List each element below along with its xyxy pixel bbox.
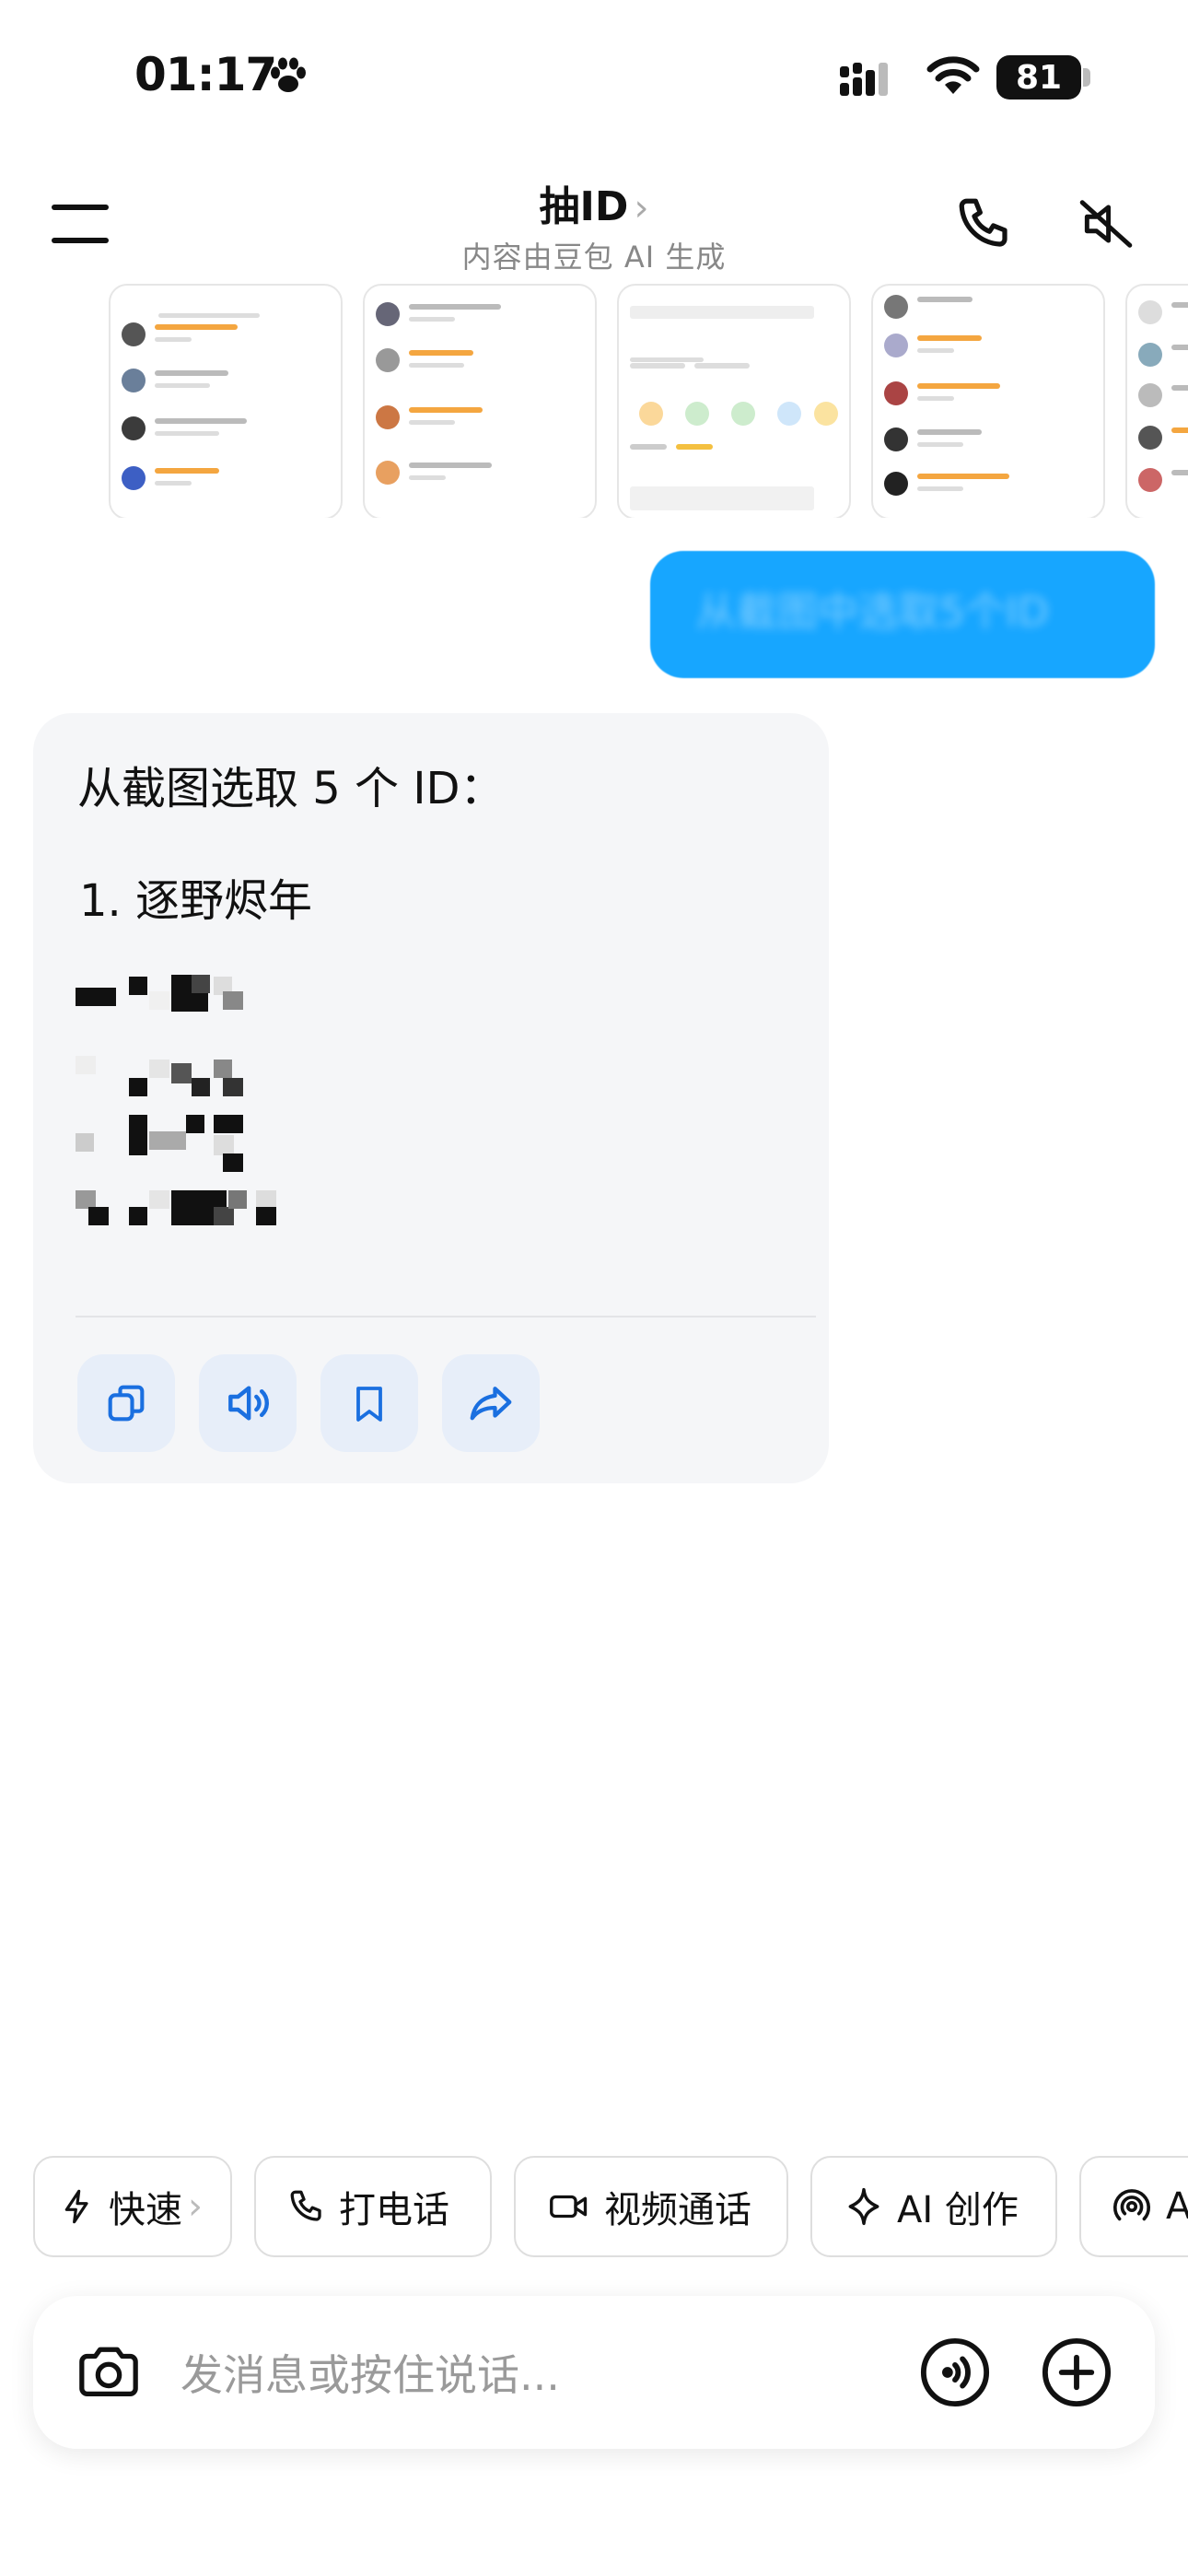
assistant-message-card: 从截图选取 5 个 ID： 1. 逐野烬年 xyxy=(33,713,829,1483)
assistant-list-item: 1. 逐野烬年 xyxy=(79,875,313,927)
battery-tip xyxy=(1083,68,1090,87)
screenshot-thumbnail[interactable] xyxy=(363,284,597,518)
redacted-id-list xyxy=(76,964,370,1277)
voice-wave-icon xyxy=(920,2337,990,2407)
share-button[interactable] xyxy=(442,1354,540,1452)
screenshot-thumbnail[interactable] xyxy=(871,284,1105,518)
sparkle-icon xyxy=(848,2187,879,2226)
wifi-icon xyxy=(925,53,982,101)
bookmark-icon xyxy=(356,1387,382,1422)
quick-actions-bar: 快速 › 打电话 视频通话 AI 创作 A xyxy=(0,2156,1188,2263)
quick-action-fast[interactable]: 快速 › xyxy=(33,2156,232,2257)
copy-icon xyxy=(108,1393,134,1422)
quick-action-label: AI 创作 xyxy=(897,2189,1019,2231)
battery-indicator: 81 xyxy=(996,55,1081,100)
message-input[interactable]: 发消息或按住说话... xyxy=(181,2342,560,2403)
lightning-icon xyxy=(64,2189,88,2224)
assistant-heading: 从截图选取 5 个 ID： xyxy=(77,763,505,814)
quick-action-label: 视频通话 xyxy=(604,2189,751,2231)
share-icon xyxy=(470,1387,512,1421)
user-message-bubble[interactable]: 从截图中选取5个ID xyxy=(650,551,1155,678)
quick-action-call[interactable]: 打电话 xyxy=(254,2156,492,2257)
message-input-bar: 发消息或按住说话... xyxy=(33,2296,1155,2449)
broadcast-icon xyxy=(1125,2200,1138,2213)
phone-call-button[interactable] xyxy=(954,193,1015,258)
chevron-right-icon: › xyxy=(634,187,649,229)
speaker-icon xyxy=(228,1386,251,1421)
screenshot-thumbnail[interactable] xyxy=(617,284,851,518)
paw-icon xyxy=(267,55,309,101)
quick-action-video-call[interactable]: 视频通话 xyxy=(514,2156,788,2257)
phone-icon xyxy=(959,198,1007,247)
screenshot-thumbnail[interactable] xyxy=(109,284,343,518)
quick-action-label: 快速 xyxy=(109,2189,182,2231)
attached-screenshots[interactable] xyxy=(109,284,1188,518)
screenshot-thumbnail[interactable] xyxy=(1125,284,1188,518)
add-button[interactable] xyxy=(1041,2336,1112,2412)
bookmark-button[interactable] xyxy=(320,1354,418,1452)
camera-button[interactable] xyxy=(74,2340,144,2408)
quick-action-label: A xyxy=(1166,2185,1188,2228)
speaker-button[interactable] xyxy=(199,1354,297,1452)
signal-icon xyxy=(840,61,899,101)
chat-title: 抽ID xyxy=(539,183,629,230)
quick-action-ai-create[interactable]: AI 创作 xyxy=(810,2156,1057,2257)
quick-action-label: 打电话 xyxy=(339,2189,449,2231)
user-message-text: 从截图中选取5个ID xyxy=(696,589,1049,636)
quick-action-more[interactable]: A xyxy=(1079,2156,1188,2257)
video-icon xyxy=(550,2195,577,2219)
voice-button[interactable] xyxy=(919,2336,991,2412)
copy-button[interactable] xyxy=(77,1354,175,1452)
chevron-right-icon: › xyxy=(188,2185,203,2228)
phone-icon xyxy=(290,2190,321,2221)
mute-button[interactable] xyxy=(1077,195,1135,256)
status-time: 01:17 xyxy=(134,48,277,101)
action-divider xyxy=(76,1316,816,1317)
